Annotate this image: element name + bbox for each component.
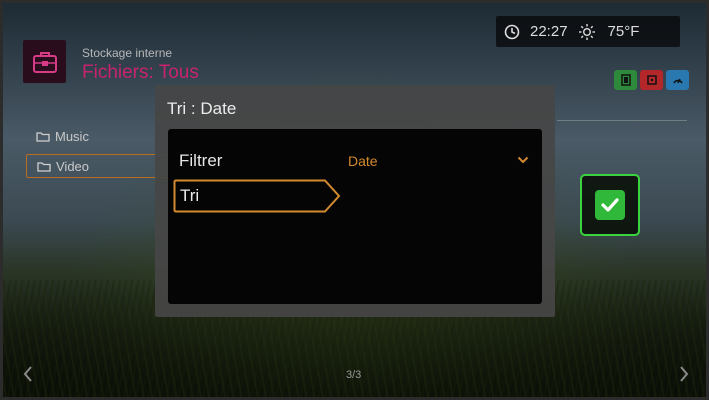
screen-frame bbox=[0, 0, 709, 400]
